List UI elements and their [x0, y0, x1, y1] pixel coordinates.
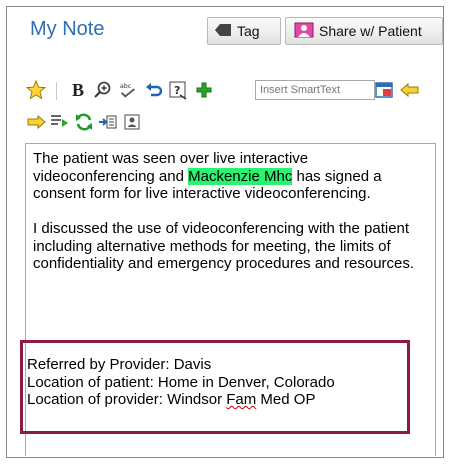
referred-by-line: Referred by Provider: Davis	[27, 356, 212, 373]
note-text: The patient was seen over live interacti…	[33, 150, 433, 290]
share-button-label: Share w/ Patient	[319, 23, 422, 39]
referral-info-box: Referred by Provider: Davis Location of …	[20, 340, 410, 434]
add-icon[interactable]	[194, 80, 214, 100]
patient-name-highlight: Mackenzie Mhc	[188, 167, 293, 185]
zoom-in-icon[interactable]	[92, 80, 112, 100]
insert-icon[interactable]	[98, 112, 118, 132]
share-with-patient-button[interactable]: Share w/ Patient	[285, 17, 443, 45]
spellcheck-icon[interactable]: abc	[118, 80, 138, 100]
page-title: My Note	[30, 18, 105, 40]
consent-paragraph: The patient was seen over live interacti…	[33, 150, 382, 202]
arrow-left-icon[interactable]	[400, 80, 420, 100]
refresh-icon[interactable]	[74, 112, 94, 132]
tag-icon	[214, 23, 232, 40]
next-field-icon[interactable]	[50, 112, 70, 132]
bold-button[interactable]: B	[68, 80, 88, 100]
patient-photo-icon[interactable]	[122, 112, 142, 132]
tag-button[interactable]: Tag	[207, 17, 281, 45]
share-icon	[294, 22, 314, 41]
arrow-right-icon[interactable]	[26, 112, 46, 132]
smartphrase-help-icon[interactable]: ?	[168, 80, 188, 100]
location-provider-line: Location of provider: Windsor Fam Med OP	[27, 391, 316, 408]
star-icon[interactable]	[26, 80, 46, 100]
undo-icon[interactable]	[144, 80, 164, 100]
insert-smarttext-field[interactable]	[255, 80, 375, 100]
tag-button-label: Tag	[237, 23, 260, 39]
svg-text:?: ?	[174, 84, 180, 97]
smarttext-list-icon[interactable]	[374, 80, 394, 100]
toolbar-divider	[56, 82, 57, 100]
discussion-paragraph: I discussed the use of videoconferencing…	[33, 220, 415, 272]
location-patient-line: Location of patient: Home in Denver, Col…	[27, 373, 335, 391]
svg-text:abc: abc	[120, 83, 132, 90]
